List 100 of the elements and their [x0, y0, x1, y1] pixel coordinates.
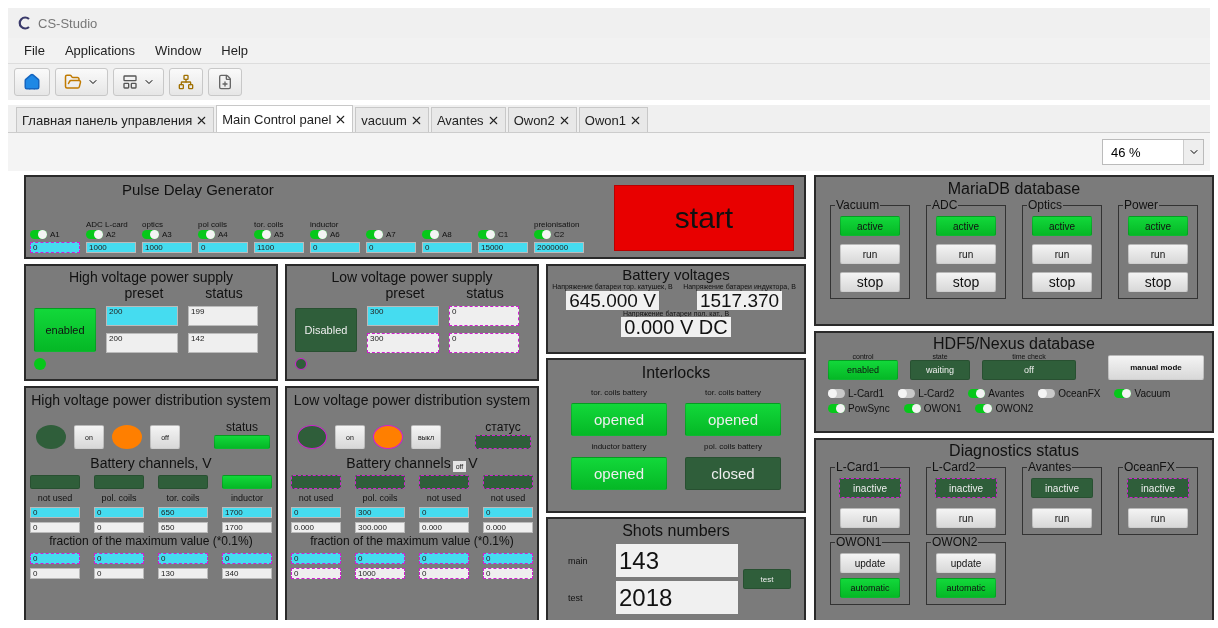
tab[interactable]: Owon2	[507, 107, 577, 132]
channel-label: optics	[142, 220, 163, 229]
value-field[interactable]: 15000	[478, 242, 528, 253]
tab[interactable]: Avantes	[430, 107, 506, 132]
setpoint-field[interactable]: 0	[94, 507, 144, 519]
column-label: status	[465, 285, 505, 302]
status-indicator[interactable]: enabled	[828, 360, 898, 381]
value-field[interactable]: 0	[422, 242, 472, 253]
toggle-switch[interactable]	[198, 229, 215, 239]
run-button[interactable]: run	[1032, 508, 1092, 529]
update-button[interactable]: update	[936, 553, 996, 574]
setpoint-field[interactable]: 0	[30, 507, 80, 519]
test-button[interactable]: test	[743, 569, 791, 590]
toggle-switch[interactable]	[30, 229, 47, 239]
power-button[interactable]: enabled	[34, 307, 96, 352]
toggle-switch[interactable]	[142, 229, 159, 239]
toggle-switch[interactable]	[422, 229, 439, 239]
run-button[interactable]: run	[1128, 508, 1188, 529]
toggle-switch[interactable]	[903, 404, 921, 414]
toggle-switch[interactable]	[828, 404, 845, 414]
fraction-readback-field: 0	[483, 567, 533, 579]
toggle-switch[interactable]	[366, 229, 383, 239]
preset-field[interactable]: 200	[106, 306, 178, 327]
toggle-switch[interactable]	[86, 229, 103, 239]
manual-mode-button[interactable]: manual mode	[1108, 355, 1204, 381]
fraction-setpoint-field[interactable]: 0	[483, 552, 533, 564]
run-button[interactable]: run	[936, 244, 996, 265]
run-button[interactable]: run	[1128, 244, 1188, 265]
shot-label: main	[568, 555, 589, 566]
new-file-icon	[217, 74, 233, 90]
status-indicator: active	[840, 216, 900, 237]
power-button[interactable]: Disabled	[295, 307, 357, 352]
open-button[interactable]	[55, 68, 108, 96]
stop-button[interactable]: stop	[840, 272, 900, 293]
toggle-switch[interactable]	[534, 229, 551, 239]
update-button[interactable]: update	[840, 553, 900, 574]
toggle-switch[interactable]	[1038, 389, 1056, 399]
channel-name: tor. coils	[166, 493, 200, 504]
value-field[interactable]: 0	[366, 242, 416, 253]
zoom-combo[interactable]: 46 %	[1102, 139, 1204, 165]
toggle-switch[interactable]	[975, 404, 993, 414]
column-label: preset	[123, 285, 165, 302]
tab[interactable]: Owon1	[578, 107, 649, 132]
home-button[interactable]	[14, 68, 50, 96]
setpoint-field[interactable]: 0	[483, 507, 533, 519]
channel-name: C1	[498, 229, 509, 239]
setpoint-field[interactable]: 1700	[222, 507, 272, 519]
preset-field[interactable]: 300	[367, 306, 439, 327]
channel-label: preionisation	[534, 220, 580, 229]
status-indicator: active	[1032, 216, 1092, 237]
setpoint-field[interactable]: 300	[355, 507, 405, 519]
menu-item[interactable]: Help	[221, 43, 249, 58]
setpoint-field[interactable]: 650	[158, 507, 208, 519]
value-field[interactable]: 1100	[254, 242, 304, 253]
value-field[interactable]: 1000	[142, 242, 192, 253]
run-button[interactable]: run	[840, 244, 900, 265]
stop-button[interactable]: stop	[1032, 272, 1092, 293]
toggle-switch[interactable]	[310, 229, 327, 239]
fraction-setpoint-field[interactable]: 0	[158, 552, 208, 564]
fraction-setpoint-field[interactable]: 0	[222, 552, 272, 564]
toggle-switch[interactable]	[898, 389, 916, 399]
tab[interactable]: Main Control panel	[216, 105, 354, 132]
toggle-switch[interactable]	[478, 229, 495, 239]
run-button[interactable]: run	[936, 508, 996, 529]
menu-item[interactable]: Applications	[64, 43, 136, 58]
fraction-setpoint-field[interactable]: 0	[94, 552, 144, 564]
fraction-setpoint-field[interactable]: 0	[30, 552, 80, 564]
fraction-setpoint-field[interactable]: 0	[355, 552, 405, 564]
menu-item[interactable]: Window	[155, 43, 202, 58]
run-button[interactable]: run	[1032, 244, 1092, 265]
stop-button[interactable]: stop	[1128, 272, 1188, 293]
setpoint-field[interactable]: 0	[419, 507, 469, 519]
automatic-button[interactable]: automatic	[840, 578, 900, 599]
layout-button[interactable]	[113, 68, 164, 96]
tab[interactable]: vacuum	[355, 107, 429, 132]
toggle-switch[interactable]	[828, 389, 845, 399]
group-title: L-Card2	[931, 460, 977, 475]
readback-field: 0.000	[291, 522, 341, 534]
automatic-button[interactable]: automatic	[936, 578, 996, 599]
value-field[interactable]: 0	[30, 242, 80, 253]
setpoint-field[interactable]: 0	[291, 507, 341, 519]
interlock-label: inductor battery	[591, 442, 647, 452]
fraction-setpoint-field[interactable]: 0	[419, 552, 469, 564]
value-field[interactable]: 0	[310, 242, 360, 253]
tree-button[interactable]	[169, 68, 203, 96]
toggle-switch[interactable]	[1114, 389, 1132, 399]
readback-field: 300.000	[355, 522, 405, 534]
toggle-switch[interactable]	[254, 229, 271, 239]
toggle-switch[interactable]	[968, 389, 986, 399]
panel-title: Low voltage power supply	[330, 269, 494, 286]
new-file-button[interactable]	[208, 68, 242, 96]
start-button[interactable]: start	[614, 185, 794, 251]
value-field[interactable]: 0	[198, 242, 248, 253]
value-field[interactable]: 1000	[86, 242, 136, 253]
value-field[interactable]: 2000000	[534, 242, 584, 253]
run-button[interactable]: run	[840, 508, 900, 529]
menu-item[interactable]: File	[24, 43, 45, 58]
fraction-setpoint-field[interactable]: 0	[291, 552, 341, 564]
tab[interactable]: Главная панель управления	[16, 107, 215, 132]
stop-button[interactable]: stop	[936, 272, 996, 293]
